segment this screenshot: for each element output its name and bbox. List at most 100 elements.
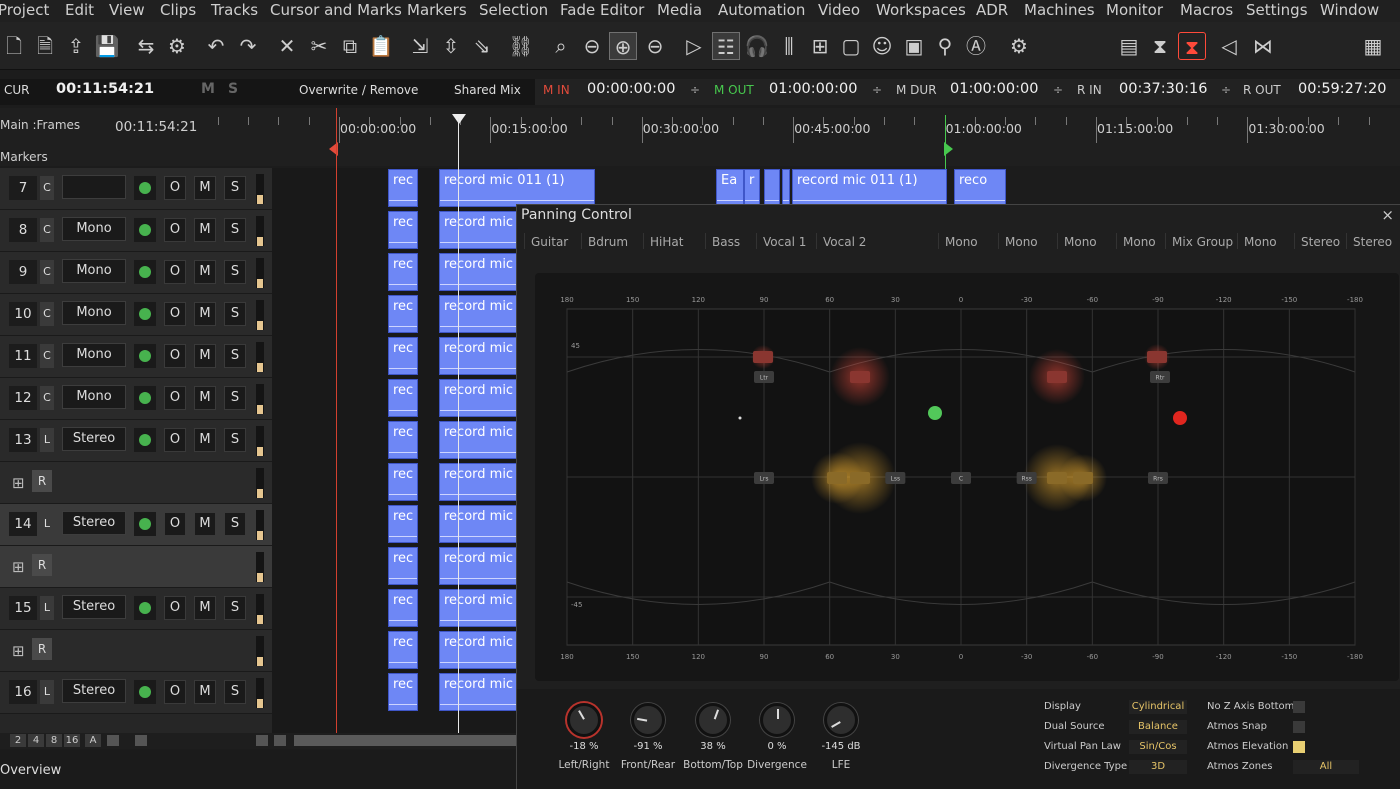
mark-dur-spin[interactable]: ÷ bbox=[1053, 83, 1063, 97]
pan-source-red[interactable] bbox=[1173, 411, 1187, 425]
channel-button[interactable]: C bbox=[40, 218, 54, 242]
clip-rec[interactable]: rec bbox=[388, 379, 418, 417]
clip-record-mic[interactable]: record mic 011 (1) bbox=[439, 169, 595, 207]
channel-tab[interactable]: Mix Group bbox=[1172, 235, 1233, 249]
range-in-value[interactable]: 00:37:30:16 bbox=[1119, 81, 1207, 97]
option-checkbox[interactable] bbox=[1293, 741, 1305, 753]
meters-icon[interactable]: ⫼ bbox=[775, 32, 803, 60]
track-solo-button[interactable]: S bbox=[224, 176, 246, 200]
open-folder-icon[interactable]: ⇪ bbox=[62, 32, 90, 60]
track-solo-button[interactable]: S bbox=[224, 302, 246, 326]
channel-tab[interactable]: Bass bbox=[712, 235, 740, 249]
track-enable-button[interactable] bbox=[134, 680, 156, 704]
track-solo-button[interactable]: S bbox=[224, 218, 246, 242]
scroll-button[interactable] bbox=[107, 735, 119, 746]
track-row[interactable]: 7C OMS bbox=[0, 168, 272, 210]
track-o-button[interactable]: O bbox=[164, 344, 186, 368]
track-row[interactable]: 9 C Mono O M S bbox=[0, 252, 272, 294]
channel-button[interactable]: L bbox=[40, 596, 54, 620]
channel-button[interactable]: C bbox=[40, 386, 54, 410]
menu-edit[interactable]: Edit bbox=[65, 1, 94, 19]
folder-icon[interactable]: ▣ bbox=[900, 32, 928, 60]
channel-tab[interactable]: Mono bbox=[1064, 235, 1097, 249]
track-o-button[interactable]: O bbox=[164, 386, 186, 410]
track-format[interactable]: Stereo bbox=[62, 595, 126, 619]
channel-button[interactable]: L bbox=[40, 512, 54, 536]
track-format[interactable]: Stereo bbox=[62, 511, 126, 535]
track-format[interactable] bbox=[62, 175, 126, 199]
speaker-icon[interactable]: ◁ bbox=[1215, 32, 1243, 60]
menu-automation[interactable]: Automation bbox=[718, 1, 805, 19]
clip-rec[interactable]: rec bbox=[388, 589, 418, 627]
speaker-box[interactable] bbox=[1147, 351, 1167, 363]
settings-tool-icon[interactable]: ⚙ bbox=[163, 32, 191, 60]
zoom-out-icon[interactable]: ⊖ bbox=[578, 32, 606, 60]
menu-video[interactable]: Video bbox=[818, 1, 860, 19]
menu-media[interactable]: Media bbox=[657, 1, 702, 19]
option-checkbox[interactable] bbox=[1293, 721, 1305, 733]
cut-x-icon[interactable]: ✕ bbox=[273, 32, 301, 60]
track-o-button[interactable]: O bbox=[164, 260, 186, 284]
track-sub-row[interactable]: ⊞ R bbox=[0, 546, 272, 588]
channel-button[interactable]: C bbox=[40, 176, 54, 200]
speaker-box[interactable] bbox=[827, 472, 847, 484]
knob-divergence[interactable] bbox=[760, 703, 794, 737]
channel-tab[interactable]: Stereo bbox=[1353, 235, 1392, 249]
track-solo-button[interactable]: S bbox=[224, 596, 246, 620]
menu-settings[interactable]: Settings bbox=[1246, 1, 1308, 19]
mark-in-value[interactable]: 00:00:00:00 bbox=[587, 81, 675, 97]
track-solo-button[interactable]: S bbox=[224, 512, 246, 536]
setting-value[interactable]: 3D bbox=[1129, 760, 1187, 774]
track-mute-button[interactable]: M bbox=[194, 386, 216, 410]
playhead-line[interactable] bbox=[458, 118, 459, 733]
copy-icon[interactable]: ⧉ bbox=[336, 32, 364, 60]
track-enable-button[interactable] bbox=[134, 386, 156, 410]
setting-value[interactable]: Sin/Cos bbox=[1129, 740, 1187, 754]
track-row[interactable]: 12 C Mono O M S bbox=[0, 378, 272, 420]
mark-out-value[interactable]: 01:00:00:00 bbox=[769, 81, 857, 97]
clip-rec[interactable]: rec bbox=[388, 631, 418, 669]
track-enable-button[interactable] bbox=[134, 302, 156, 326]
track-format[interactable]: Mono bbox=[62, 259, 126, 283]
zoom-preset-button[interactable]: A bbox=[85, 734, 101, 747]
knob-front-rear[interactable] bbox=[631, 703, 665, 737]
track-o-button[interactable]: O bbox=[164, 680, 186, 704]
playhead-handle[interactable] bbox=[452, 114, 466, 124]
split-icon[interactable]: ⇳ bbox=[437, 32, 465, 60]
sliders-icon[interactable]: ⧗ bbox=[1146, 32, 1174, 60]
search-media-icon[interactable]: ⚲ bbox=[931, 32, 959, 60]
setting-value[interactable]: Balance bbox=[1129, 720, 1187, 734]
scroll-button[interactable] bbox=[274, 735, 286, 746]
new-doc-icon[interactable]: 🗎 bbox=[31, 32, 59, 60]
track-o-button[interactable]: O bbox=[164, 218, 186, 242]
track-row[interactable]: 8 C Mono O M S bbox=[0, 210, 272, 252]
channel-tab[interactable]: Vocal 2 bbox=[823, 235, 866, 249]
track-mute-button[interactable]: M bbox=[194, 218, 216, 242]
clip-record-mic[interactable]: record mic bbox=[439, 505, 519, 543]
track-o-button[interactable]: O bbox=[164, 596, 186, 620]
pan-source-green[interactable] bbox=[928, 406, 942, 420]
scroll-button[interactable] bbox=[256, 735, 268, 746]
channel-button[interactable]: C bbox=[40, 260, 54, 284]
channel-tab[interactable]: HiHat bbox=[650, 235, 683, 249]
track-mute-button[interactable]: M bbox=[194, 260, 216, 284]
link-icon[interactable]: ⛓ bbox=[507, 32, 535, 60]
clip-small[interactable] bbox=[782, 169, 790, 205]
s-button[interactable]: S bbox=[228, 81, 238, 97]
zoom-preset-button[interactable]: 8 bbox=[46, 734, 62, 747]
track-sub-row[interactable]: ⊞ R bbox=[0, 462, 272, 504]
track-enable-button[interactable] bbox=[134, 260, 156, 284]
clip-record-mic[interactable]: record mic bbox=[439, 337, 519, 375]
menu-markers[interactable]: Markers bbox=[407, 1, 467, 19]
channel-button[interactable]: C bbox=[40, 344, 54, 368]
clip-rec[interactable]: rec bbox=[388, 169, 418, 207]
track-enable-button[interactable] bbox=[134, 344, 156, 368]
track-o-button[interactable]: O bbox=[164, 302, 186, 326]
range-out-value[interactable]: 00:59:27:20 bbox=[1298, 81, 1386, 97]
speaker-box[interactable] bbox=[1073, 472, 1093, 484]
timeline-ruler[interactable]: Main :Frames 00:11:54:21 Markers 00:00:0… bbox=[0, 108, 1400, 166]
shared-mix-button[interactable]: Shared Mix bbox=[454, 83, 521, 97]
track-mute-button[interactable]: M bbox=[194, 344, 216, 368]
clip-ea[interactable]: Ea bbox=[716, 169, 744, 205]
track-solo-button[interactable]: S bbox=[224, 344, 246, 368]
